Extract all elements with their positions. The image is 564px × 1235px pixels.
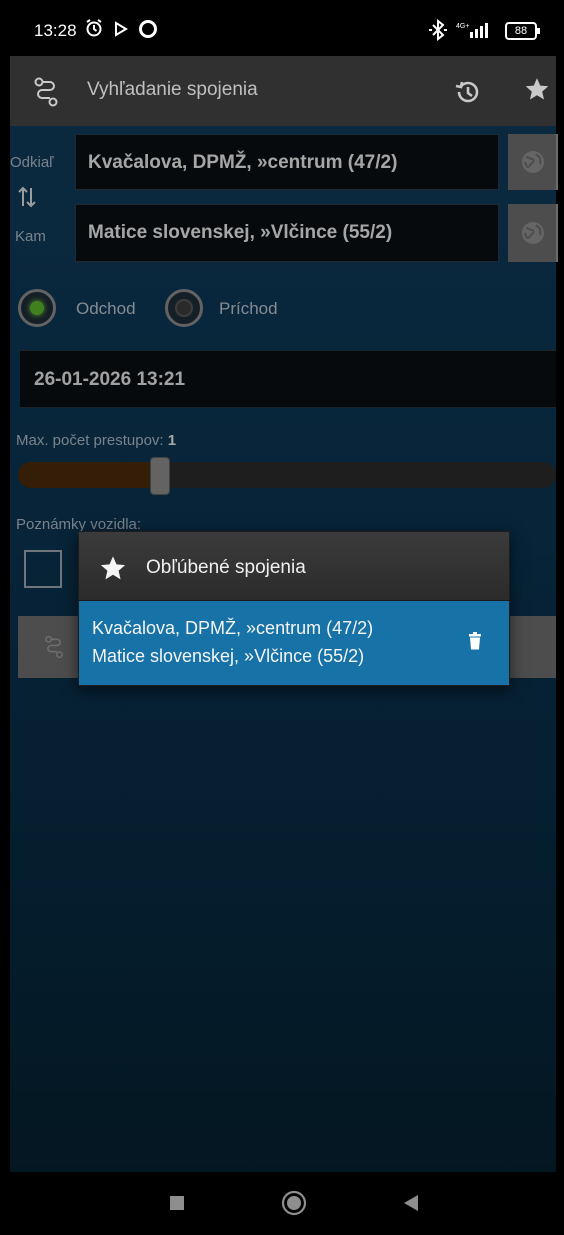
star-icon[interactable]	[524, 76, 550, 109]
battery-indicator: 88	[505, 22, 540, 40]
screen: 13:28 4G+ 88 Vyhľadanie spojenia Odkiaľ …	[0, 0, 564, 1235]
favorite-from: Kvačalova, DPMŽ, »centrum (47/2)	[92, 618, 374, 638]
navigation-bar	[10, 1172, 556, 1235]
favorite-to: Matice slovenskej, »Vlčince (55/2)	[92, 646, 365, 666]
favorites-popup: Obľúbené spojenia Kvačalova, DPMŽ, »cent…	[78, 531, 510, 686]
bluetooth-icon	[428, 18, 448, 46]
favorite-connection-item[interactable]: Kvačalova, DPMŽ, »centrum (47/2) Matice …	[79, 601, 509, 685]
status-time: 13:28	[34, 21, 77, 40]
page-title: Vyhľadanie spojenia	[87, 79, 258, 100]
recents-button[interactable]	[168, 1194, 186, 1217]
app-bar: Vyhľadanie spojenia	[10, 56, 556, 126]
alarm-icon	[84, 18, 104, 43]
trash-icon[interactable]	[468, 632, 482, 655]
popup-header: Obľúbené spojenia	[79, 532, 509, 601]
back-button[interactable]	[402, 1193, 420, 1218]
app-circle-icon	[137, 18, 159, 45]
signal-icon: 4G+	[456, 21, 494, 44]
play-icon	[114, 21, 128, 42]
svg-text:4G+: 4G+	[456, 23, 469, 30]
status-bar: 13:28 4G+ 88	[10, 14, 556, 56]
history-icon[interactable]	[453, 78, 481, 113]
star-icon	[99, 554, 127, 587]
popup-title: Obľúbené spojenia	[146, 557, 306, 578]
home-button[interactable]	[281, 1190, 307, 1221]
route-icon[interactable]	[33, 77, 59, 114]
